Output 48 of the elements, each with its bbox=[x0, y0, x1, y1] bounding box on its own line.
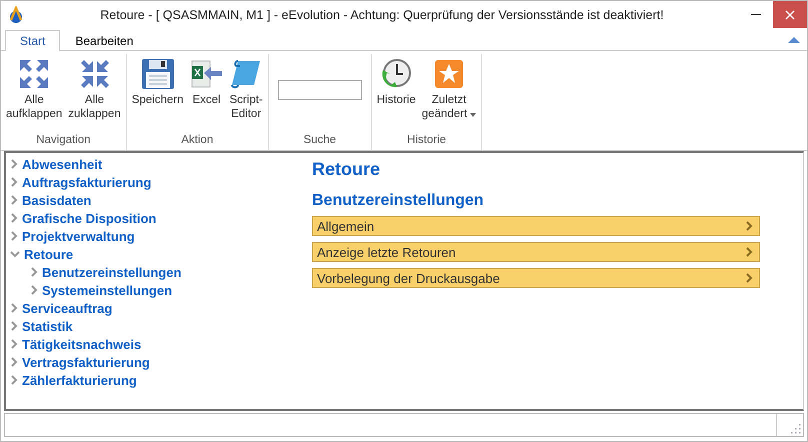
tree-item[interactable]: Auftragsfakturierung bbox=[10, 173, 300, 191]
chevron-right-icon bbox=[745, 273, 753, 283]
tree-item[interactable]: Basisdaten bbox=[10, 191, 300, 209]
settings-section-bar[interactable]: Vorbelegung der Druckausgabe bbox=[312, 268, 760, 288]
tree-item[interactable]: Retoure bbox=[10, 245, 300, 263]
ribbon-group-label: Navigation bbox=[35, 134, 92, 148]
settings-section-bar[interactable]: Allgemein bbox=[312, 216, 760, 236]
tree-item[interactable]: Zählerfakturierung bbox=[10, 371, 300, 389]
tree-item[interactable]: Abwesenheit bbox=[10, 155, 300, 173]
ribbon-button[interactable]: Excel bbox=[188, 54, 226, 134]
ribbon-button[interactable]: Zuletzt geändert bbox=[420, 54, 478, 134]
chevron-down-icon bbox=[10, 250, 20, 258]
ribbon-group-label: Suche bbox=[302, 134, 338, 148]
tree-item[interactable]: Projektverwaltung bbox=[10, 227, 300, 245]
search-field[interactable] bbox=[278, 80, 362, 100]
ribbon-button[interactable]: Historie bbox=[374, 54, 418, 134]
tree-item[interactable]: Systemeinstellungen bbox=[30, 281, 300, 299]
close-button[interactable] bbox=[773, 1, 807, 28]
section-heading: Benutzereinstellungen bbox=[312, 192, 485, 210]
tree-item[interactable]: Grafische Disposition bbox=[10, 209, 300, 227]
tree-item[interactable]: Serviceauftrag bbox=[10, 299, 300, 317]
resize-grip-icon[interactable] bbox=[789, 422, 801, 434]
chevron-right-icon bbox=[745, 247, 753, 257]
tree-item[interactable]: Statistik bbox=[10, 317, 300, 335]
ribbon-button[interactable]: Speichern bbox=[130, 54, 186, 134]
collapse-arrows-icon bbox=[78, 58, 110, 90]
expand-arrows-icon bbox=[18, 58, 50, 90]
settings-section-bar[interactable]: Anzeige letzte Retouren bbox=[312, 242, 760, 262]
app-logo-icon bbox=[7, 6, 25, 24]
ribbon-button[interactable]: Script- Editor bbox=[228, 54, 265, 134]
chevron-right-icon bbox=[745, 221, 753, 231]
close-icon bbox=[785, 10, 795, 20]
tree-item[interactable]: Tätigkeitsnachweis bbox=[10, 335, 300, 353]
ribbon-tab[interactable]: Start bbox=[5, 30, 60, 51]
dropdown-caret-icon bbox=[470, 113, 476, 117]
page-heading: Retoure bbox=[312, 159, 382, 180]
spreadsheet-arrow-icon bbox=[190, 58, 224, 90]
ribbon-button[interactable]: Alle aufklappen bbox=[4, 54, 64, 134]
minimize-icon bbox=[751, 14, 761, 16]
tree-item[interactable]: Vertragsfakturierung bbox=[10, 353, 300, 371]
ribbon-group-label: Historie bbox=[406, 134, 448, 148]
ribbon-button[interactable]: Alle zuklappen bbox=[66, 54, 123, 134]
ribbon-tab[interactable]: Bearbeiten bbox=[60, 30, 148, 51]
window-title: Retoure - [ QSASMMAIN, M1 ] - eEvolution - Achtung: Querprüfung der Versionsstände ist deaktiviert! bbox=[99, 8, 665, 22]
ribbon-group-label: Aktion bbox=[180, 134, 214, 148]
scroll-icon bbox=[230, 58, 262, 90]
collapse-ribbon-icon[interactable] bbox=[787, 36, 801, 44]
tree-item[interactable]: Benutzereinstellungen bbox=[30, 263, 300, 281]
